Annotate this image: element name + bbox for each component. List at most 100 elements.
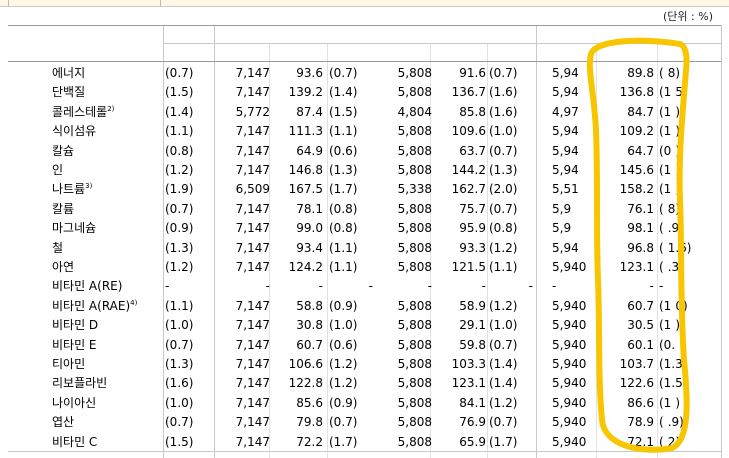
cell-se: (1.6)	[165, 376, 194, 391]
cell-se-2019: (0.9)	[329, 395, 358, 410]
cell-n-2021: -	[552, 279, 557, 294]
cell-se: (0.7)	[165, 415, 194, 430]
cell-n-2019: 7,147	[235, 201, 270, 216]
cell-ratio-2021: 136.8	[619, 85, 654, 100]
cell-se: (1.0)	[165, 318, 194, 333]
cell-se-2021-part: )	[675, 318, 681, 333]
cell-se-2021-part: 5)	[675, 85, 688, 100]
cell-se-2021: (1.5	[659, 373, 687, 393]
cell-n-2019: 7,147	[235, 163, 270, 177]
cell-se-2021: (.3)	[659, 257, 684, 277]
cell-se-2021: (1 5)	[659, 82, 688, 102]
cell-se-2021: (1)	[659, 179, 680, 199]
cell-ratio-2020: 29.1	[459, 318, 486, 333]
unit-label: (단위 : %)	[663, 10, 713, 23]
cell-n-2021: 4,97	[552, 104, 579, 119]
row-label-text: 아연	[52, 260, 75, 274]
cell-se-2021-part: (1	[659, 395, 672, 410]
cell-n-2021: 5,940	[552, 298, 587, 313]
cell-se: (1.3)	[165, 240, 194, 255]
cell-ratio-2019: 85.6	[296, 395, 323, 410]
cell-n-2021: 5,940	[552, 434, 587, 449]
footnote-marker: 3)	[85, 182, 93, 191]
cell-n-2021: 5,94	[552, 143, 579, 158]
cell-se: (1.9)	[165, 182, 194, 197]
row-label-text: 칼슘	[52, 143, 75, 158]
cell-n-2020: 5,338	[397, 182, 432, 197]
cell-se-2021: (0)	[659, 141, 680, 161]
cell-n-2019: 7,147	[235, 221, 270, 236]
cell-se-2021-part: (	[659, 201, 664, 216]
header-top-border	[8, 25, 721, 26]
cell-ratio-2020: -	[481, 279, 486, 294]
row-label-text: 칼륨	[52, 201, 75, 216]
cell-se-2020: (1.3)	[489, 163, 518, 177]
cell-se-2021: -	[659, 276, 667, 296]
cell-se-2020: (1.2)	[489, 395, 518, 410]
cell-ratio-2021: 60.1	[627, 337, 654, 352]
cell-se-2021-part: (1.3	[659, 357, 683, 371]
row-label: 마그네슘	[52, 218, 96, 238]
cell-ratio-2021: 122.6	[619, 376, 654, 391]
row-label: 아연	[52, 257, 74, 277]
cell-se: (1.1)	[165, 124, 194, 139]
cell-n-2021: 5,940	[552, 318, 587, 333]
cell-ratio-2020: 93.3	[459, 240, 486, 255]
cell-n-2021: 5,940	[552, 260, 587, 274]
cell-ratio-2021: 60.7	[627, 298, 654, 313]
cell-n-2021: 5,94	[552, 240, 579, 255]
cell-n-2021: 5,940	[552, 337, 587, 352]
cell-ratio-2021: 30.5	[627, 318, 654, 333]
cell-ratio-2020: 85.8	[459, 104, 486, 119]
cell-se-2021: (8)	[659, 199, 680, 219]
cell-ratio-2020: 123.1	[451, 376, 486, 391]
cell-n-2019: 7,147	[235, 298, 270, 313]
cell-se-2020: (1.4)	[489, 357, 518, 371]
cell-se-2021-part: (	[659, 240, 664, 255]
cell-n-2020: 5,808	[397, 318, 432, 333]
cell-ratio-2021: 78.9	[627, 415, 654, 430]
cell-se-2021-part: (	[659, 66, 664, 80]
cell-ratio-2019: 122.8	[288, 376, 323, 391]
cell-se-2019: (0.6)	[329, 143, 358, 158]
cell-se-2021-part: (1	[659, 104, 672, 119]
cell-ratio-2019: 167.5	[288, 182, 323, 197]
cell-ratio-2020: 91.6	[459, 66, 486, 80]
cell-se-2021: (2)	[659, 432, 680, 452]
cell-ratio-2019: 111.3	[288, 124, 323, 139]
row-label: 비타민 C	[52, 432, 97, 452]
cell-se-2021-part: (0.	[659, 337, 676, 352]
cell-n-2019: 7,147	[235, 318, 270, 333]
cell-n-2021: 5,9	[552, 221, 572, 236]
cell-ratio-2019: 30.8	[296, 318, 323, 333]
row-label: 식이섬유	[52, 121, 96, 141]
row-label-text: 리보플라빈	[52, 376, 108, 391]
cell-se-2019: (1.5)	[329, 104, 358, 119]
cell-n-2021: 5,51	[552, 182, 579, 197]
cell-se-2021-part: -	[659, 279, 664, 294]
cell-se-2021: (8)	[659, 63, 680, 83]
cell-se: (0.8)	[165, 143, 194, 158]
cell-se-2021-part: 2)	[667, 434, 681, 449]
cell-se-2021-part: 0)	[675, 298, 688, 313]
cell-ratio-2020: 162.7	[451, 182, 486, 197]
cell-se-2021-part: 8)	[667, 66, 681, 80]
cell-n-2020: 5,808	[397, 434, 432, 449]
cell-se-2019: (1.2)	[329, 357, 358, 371]
cell-n-2019: 7,147	[235, 66, 270, 80]
cell-ratio-2019: 78.1	[296, 201, 323, 216]
cell-se-2020: (1.0)	[489, 124, 518, 139]
cell-se-2021: (1.6)	[659, 238, 691, 258]
cell-se-2021: (0.	[659, 335, 679, 355]
cell-n-2020: 5,808	[397, 337, 432, 352]
cell-n-2020: 5,808	[397, 124, 432, 139]
cell-se: (1.3)	[165, 357, 194, 371]
cell-n-2019: 7,147	[235, 357, 270, 371]
cell-n-2021: 5,940	[552, 376, 587, 391]
cell-se-2019: (0.7)	[329, 415, 358, 430]
cell-se: (1.2)	[165, 163, 194, 177]
cell-n-2020: 5,808	[397, 376, 432, 391]
cell-ratio-2020: 75.7	[459, 201, 486, 216]
cell-ratio-2021: 96.8	[627, 240, 654, 255]
cell-se-2020: (1.7)	[489, 434, 518, 449]
